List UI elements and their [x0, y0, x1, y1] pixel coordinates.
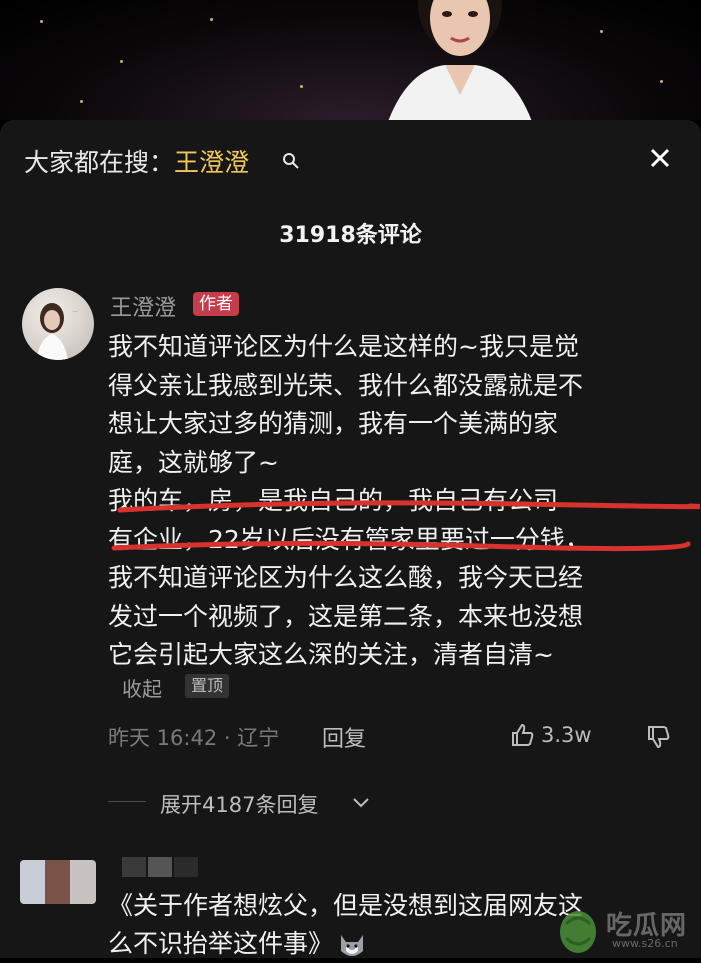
author-badge: 作者	[193, 292, 239, 316]
collapse-button[interactable]: 收起	[122, 673, 162, 702]
comment-line: 我的车，房，是我自己的，我自己有公司	[108, 486, 559, 515]
comment-line: 我不知道评论区为什么是这样的~我只是觉	[108, 332, 579, 361]
avatar[interactable]	[20, 860, 96, 904]
comment-author[interactable]	[122, 857, 222, 879]
comment-line: 有企业，22岁以后没有管家里要过一分钱，	[108, 524, 590, 554]
svg-text:~: ~	[72, 307, 79, 316]
comment-line: 我不知道评论区为什么这么酸，我今天已经	[108, 563, 584, 592]
reply-button[interactable]: 回复	[322, 721, 366, 753]
comment-count-title: 31918条评论	[279, 223, 422, 248]
husky-emoji-icon	[341, 935, 364, 956]
comment-author[interactable]: 王澄澄	[110, 290, 176, 322]
comment-line: 它会引起大家这么深的关注，清者自清~	[108, 640, 554, 669]
search-suggestion-prefix: 大家都在搜：	[24, 148, 175, 177]
watermark-url: www.s26.cn	[612, 937, 678, 950]
chevron-down-icon[interactable]	[352, 797, 370, 809]
video-background	[0, 0, 701, 120]
comment-line: 庭，这就够了~	[108, 447, 279, 477]
comment-line: 么不识抬举这件事》	[108, 929, 334, 958]
search-suggestion[interactable]: 大家都在搜：王澄澄	[24, 143, 249, 179]
comment-line: 发过一个视频了，这是第二条，本来也没想	[108, 601, 584, 631]
like-count: 3.3w	[541, 723, 592, 747]
comment-line: 得父亲让我感到光荣、我什么都没露就是不	[108, 370, 584, 400]
thumbs-up-icon[interactable]	[510, 722, 536, 748]
divider	[108, 801, 146, 802]
comment-timestamp: 昨天 16:42 · 辽宁	[108, 726, 280, 750]
avatar[interactable]: ~	[22, 288, 94, 360]
comment-text: 我不知道评论区为什么是这样的~我只是觉 得父亲让我感到光荣、我什么都没露就是不 …	[108, 328, 688, 675]
expand-replies-button[interactable]: 展开4187条回复	[160, 789, 318, 819]
pinned-badge: 置顶	[185, 674, 230, 698]
close-icon[interactable]	[645, 143, 675, 173]
search-icon[interactable]	[282, 152, 300, 170]
search-suggestion-keyword[interactable]: 王澄澄	[174, 148, 249, 177]
comment-line: 想让大家过多的猜测，我有一个美满的家	[108, 409, 559, 438]
thumbs-down-icon[interactable]	[646, 724, 672, 750]
presenter-image	[388, 0, 532, 120]
